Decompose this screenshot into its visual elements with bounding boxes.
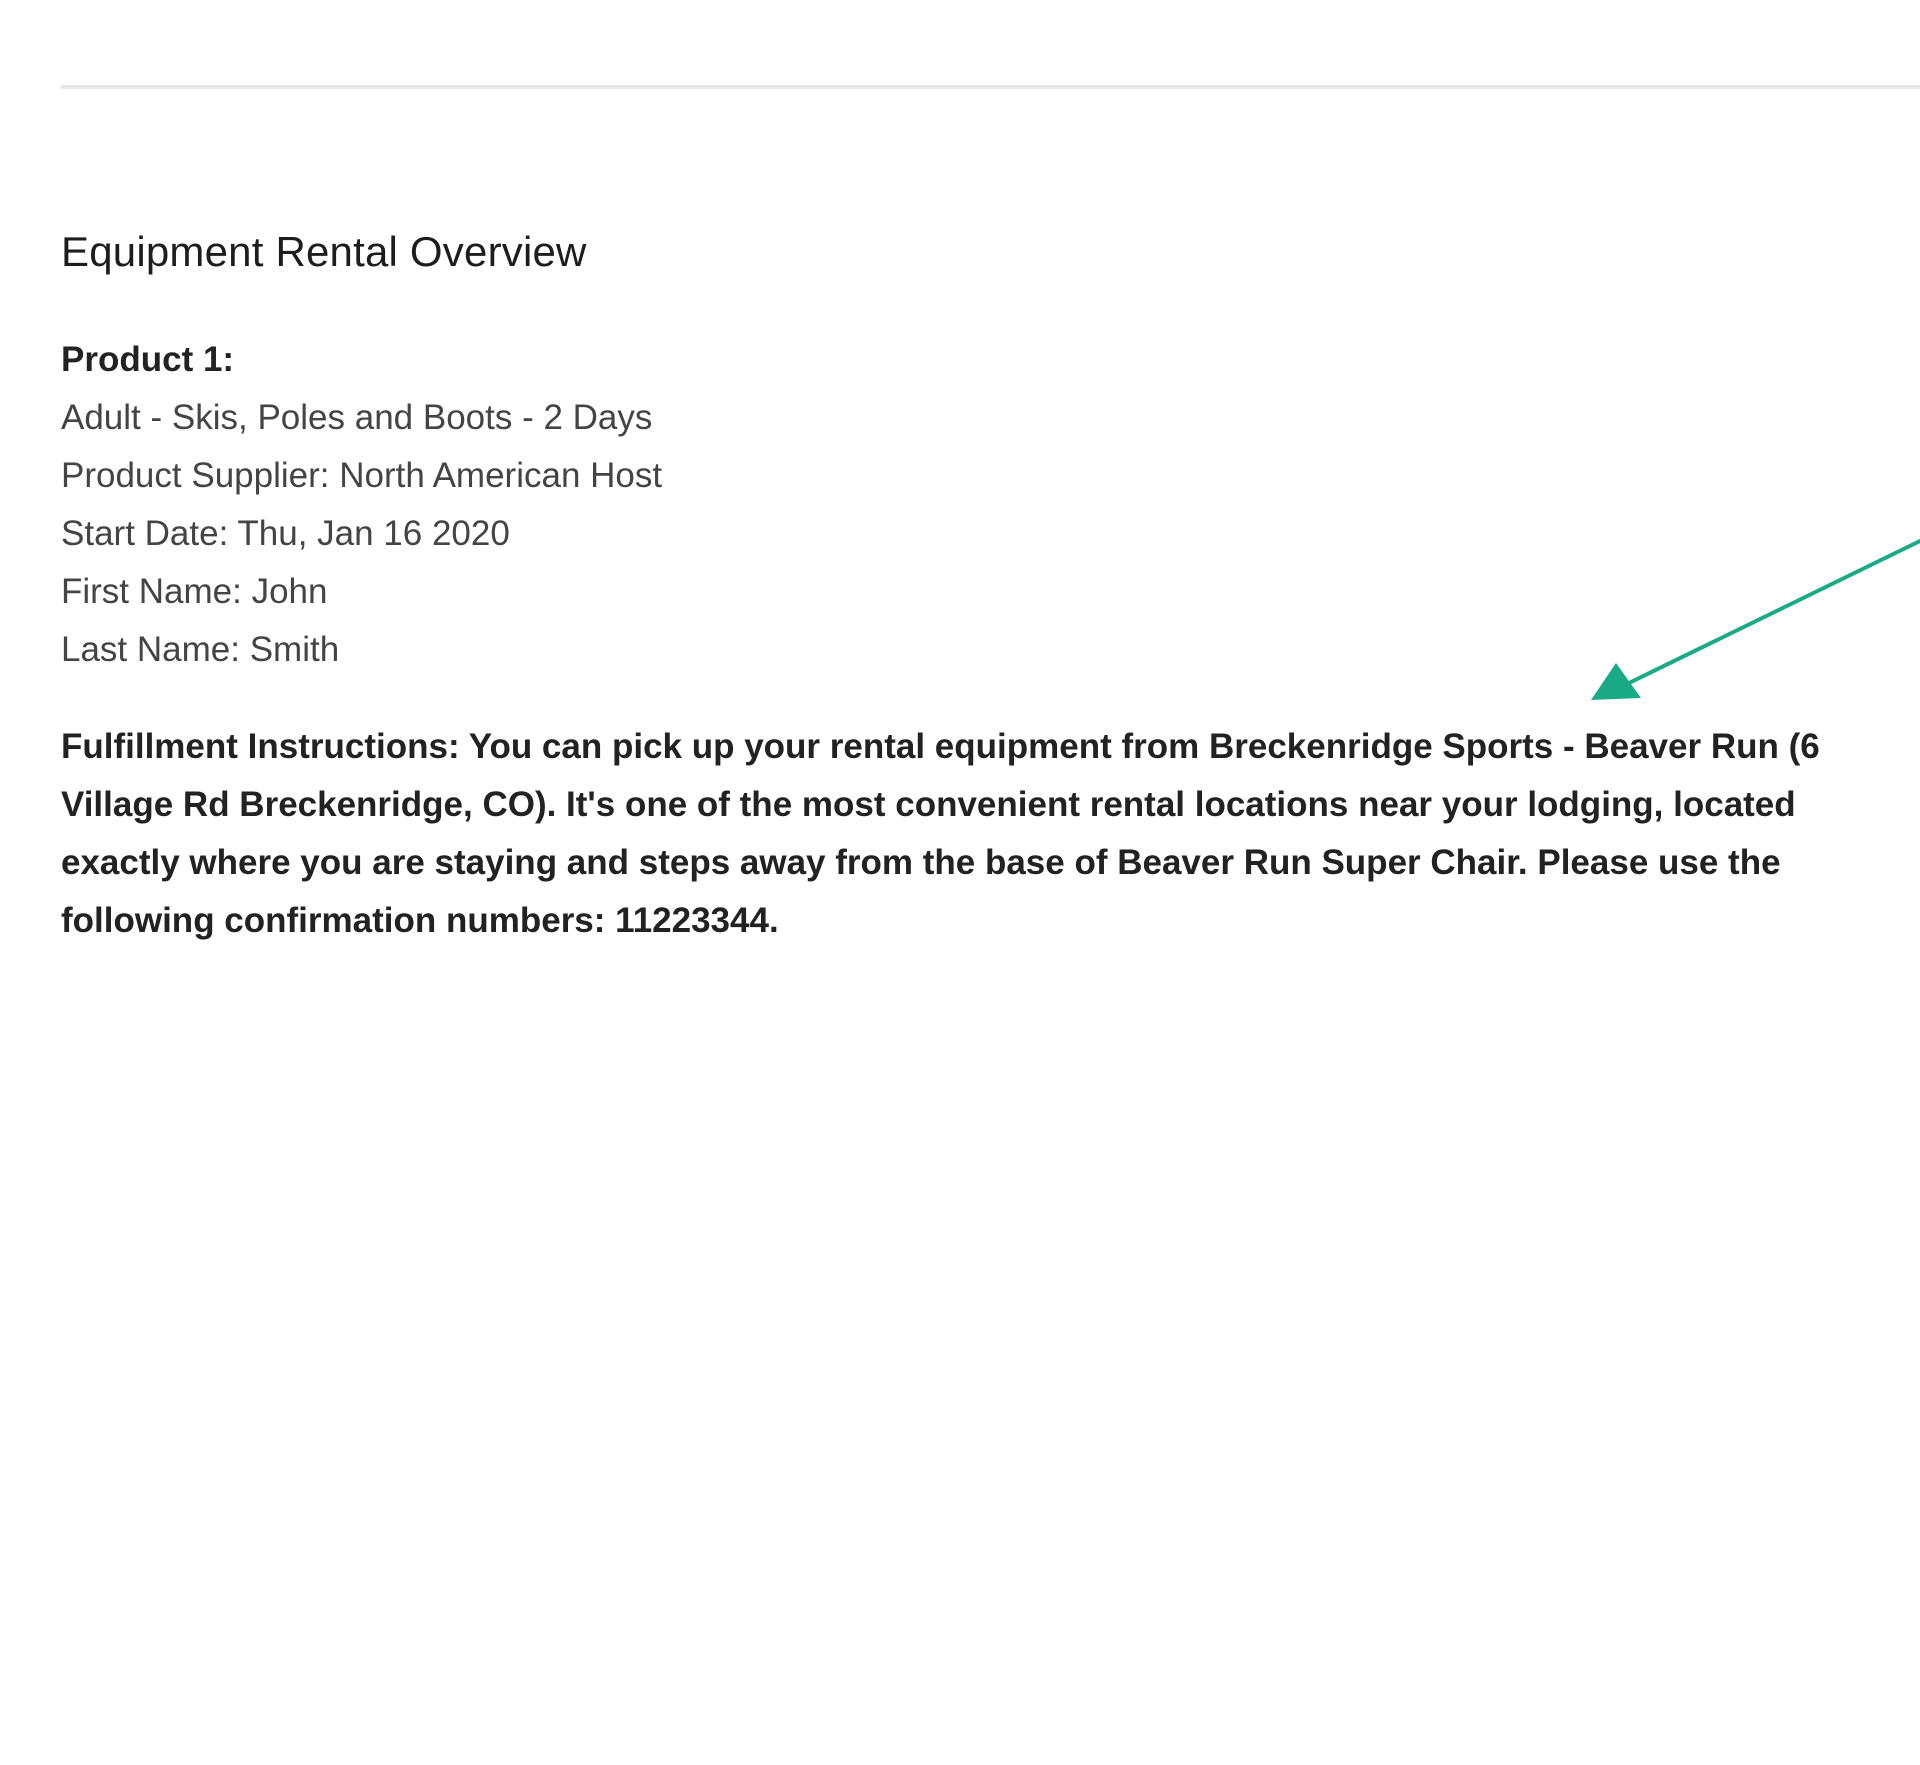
fulfillment-line: exactly where you are staying and steps …: [61, 843, 1781, 882]
fulfillment-line: Village Rd Breckenridge, CO). It's one o…: [61, 785, 1796, 824]
page-title: Equipment Rental Overview: [61, 228, 587, 275]
fulfillment-line: Fulfillment Instructions: You can pick u…: [61, 727, 1820, 766]
top-divider: [61, 85, 1920, 89]
annotation-arrow-icon: [1591, 539, 1920, 700]
product-name: Adult - Skis, Poles and Boots - 2 Days: [61, 398, 653, 437]
product-heading: Product 1:: [61, 340, 235, 379]
fulfillment-line: following confirmation numbers: 11223344…: [61, 901, 779, 940]
product-supplier: Product Supplier: North American Host: [61, 456, 663, 495]
fulfillment-instructions: Fulfillment Instructions: You can pick u…: [61, 718, 1920, 950]
